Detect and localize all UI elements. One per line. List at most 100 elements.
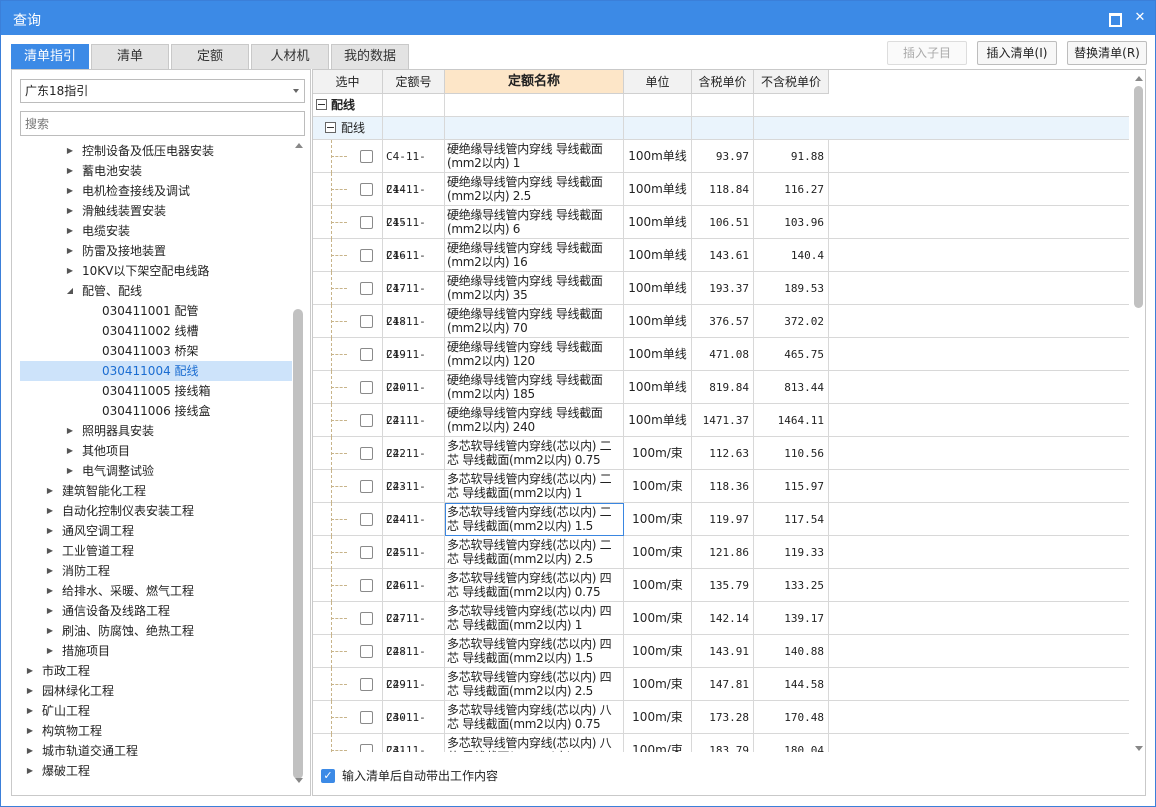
cell-select[interactable]: [313, 371, 383, 404]
insert-child-button[interactable]: 插入子目: [887, 41, 967, 65]
col-header-name[interactable]: 定额名称: [445, 70, 624, 94]
cell-name[interactable]: 硬绝缘导线管内穿线 导线截面(mm2以内) 6: [445, 206, 624, 239]
cell-code[interactable]: C4-11-221: [383, 371, 445, 427]
table-row[interactable]: C4-11-224 多芯软导线管内穿线(芯以内) 二芯 导线截面(mm2以内) 1…: [313, 470, 1129, 526]
tree-node[interactable]: ▶ 通风空调工程: [20, 521, 292, 541]
cell-unit[interactable]: 100m/束: [624, 668, 692, 701]
cell-name[interactable]: 多芯软导线管内穿线(芯以内) 二芯 导线截面(mm2以内) 1.5: [445, 503, 624, 536]
row-checkbox[interactable]: [360, 744, 373, 752]
replace-list-button[interactable]: 替换清单(R): [1067, 41, 1147, 65]
tree-node[interactable]: ▶ 电机检查接线及调试: [20, 181, 292, 201]
tree-expand-icon[interactable]: ▶: [45, 601, 55, 621]
tree-expand-icon[interactable]: ▶: [65, 181, 75, 201]
tree-expand-icon[interactable]: ▶: [45, 501, 55, 521]
tree-collapse-icon[interactable]: ◢: [65, 281, 75, 301]
cell-code[interactable]: C4-11-218: [383, 272, 445, 328]
cell-code[interactable]: C4-11-228: [383, 602, 445, 658]
tree-node[interactable]: ◢ 配管、配线: [20, 281, 292, 301]
tree-node[interactable]: ▶ 城市轨道交通工程: [20, 741, 292, 761]
auto-work-content-checkbox[interactable]: ✓: [321, 769, 335, 783]
collapse-icon[interactable]: [316, 99, 327, 110]
cell-tax-price[interactable]: 106.51: [692, 206, 754, 239]
cell-unit[interactable]: 100m单线: [624, 371, 692, 404]
cell-tax-price[interactable]: 121.86: [692, 536, 754, 569]
cell-code[interactable]: C4-11-227: [383, 569, 445, 625]
tree-expand-icon[interactable]: ▶: [65, 241, 75, 261]
cell-tax-price[interactable]: 1471.37: [692, 404, 754, 437]
cell-name[interactable]: 多芯软导线管内穿线(芯以内) 四芯 导线截面(mm2以内) 1.5: [445, 635, 624, 668]
row-checkbox[interactable]: [360, 480, 373, 493]
row-checkbox[interactable]: [360, 579, 373, 592]
cell-select[interactable]: [313, 272, 383, 305]
cell-notax-price[interactable]: 140.4: [754, 239, 829, 272]
scroll-down-icon[interactable]: [295, 778, 303, 783]
cell-tax-price[interactable]: 193.37: [692, 272, 754, 305]
cell-select[interactable]: [313, 470, 383, 503]
col-header-notax-price[interactable]: 不含税单价: [754, 70, 829, 94]
cell-select[interactable]: [313, 404, 383, 437]
cell-select[interactable]: [313, 305, 383, 338]
cell-tax-price[interactable]: 147.81: [692, 668, 754, 701]
tab-labor-material[interactable]: 人材机: [251, 44, 329, 69]
tree-expand-icon[interactable]: ▶: [65, 261, 75, 281]
cell-unit[interactable]: 100m/束: [624, 536, 692, 569]
tree-expand-icon[interactable]: ▶: [45, 641, 55, 661]
cell-name[interactable]: 硬绝缘导线管内穿线 导线截面(mm2以内) 120: [445, 338, 624, 371]
cell-code[interactable]: C4-11-216: [383, 206, 445, 262]
cell-notax-price[interactable]: 465.75: [754, 338, 829, 371]
cell-unit[interactable]: 100m单线: [624, 404, 692, 437]
tree-expand-icon[interactable]: ▶: [45, 621, 55, 641]
cell-select[interactable]: [313, 569, 383, 602]
table-row[interactable]: C4-11-227 多芯软导线管内穿线(芯以内) 四芯 导线截面(mm2以内) 0…: [313, 569, 1129, 625]
scrollbar-thumb[interactable]: [293, 309, 303, 779]
cell-code[interactable]: C4-11-226: [383, 536, 445, 592]
tree-node[interactable]: ▶ 自动化控制仪表安装工程: [20, 501, 292, 521]
tree-node[interactable]: ▶ 防雷及接地装置: [20, 241, 292, 261]
cell-code[interactable]: C4-11-219: [383, 305, 445, 361]
row-checkbox[interactable]: [360, 447, 373, 460]
row-checkbox[interactable]: [360, 513, 373, 526]
tree-node[interactable]: 030411004 配线: [20, 361, 292, 381]
tree-expand-icon[interactable]: ▶: [45, 481, 55, 501]
cell-unit[interactable]: 100m单线: [624, 305, 692, 338]
cell-tax-price[interactable]: 376.57: [692, 305, 754, 338]
cell-unit[interactable]: 100m单线: [624, 239, 692, 272]
cell-unit[interactable]: 100m/束: [624, 569, 692, 602]
close-icon[interactable]: ✕: [1131, 9, 1149, 27]
cell-name[interactable]: 硬绝缘导线管内穿线 导线截面(mm2以内) 70: [445, 305, 624, 338]
cell-code[interactable]: C4-11-220: [383, 338, 445, 394]
tab-my-data[interactable]: 我的数据: [331, 44, 409, 69]
cell-code[interactable]: C4-11-217: [383, 239, 445, 295]
tree-node[interactable]: ▶ 通信设备及线路工程: [20, 601, 292, 621]
tree-node[interactable]: ▶ 10KV以下架空配电线路: [20, 261, 292, 281]
cell-unit[interactable]: 100m/束: [624, 734, 692, 752]
tree-node[interactable]: ▶ 市政工程: [20, 661, 292, 681]
tree-expand-icon[interactable]: ▶: [25, 681, 35, 701]
cell-notax-price[interactable]: 133.25: [754, 569, 829, 602]
tree-expand-icon[interactable]: ▶: [65, 421, 75, 441]
tree-node[interactable]: ▶ 滑触线装置安装: [20, 201, 292, 221]
cell-name[interactable]: 多芯软导线管内穿线(芯以内) 四芯 导线截面(mm2以内) 2.5: [445, 668, 624, 701]
cell-tax-price[interactable]: 119.97: [692, 503, 754, 536]
cell-tax-price[interactable]: 135.79: [692, 569, 754, 602]
row-checkbox[interactable]: [360, 612, 373, 625]
tree-expand-icon[interactable]: ▶: [45, 581, 55, 601]
row-checkbox[interactable]: [360, 315, 373, 328]
cell-notax-price[interactable]: 115.97: [754, 470, 829, 503]
collapse-icon[interactable]: [325, 122, 336, 133]
row-checkbox[interactable]: [360, 678, 373, 691]
cell-notax-price[interactable]: 103.96: [754, 206, 829, 239]
grid-scrollbar[interactable]: [1133, 70, 1145, 752]
tab-quota[interactable]: 定额: [171, 44, 249, 69]
cell-notax-price[interactable]: 139.17: [754, 602, 829, 635]
tree-expand-icon[interactable]: ▶: [65, 221, 75, 241]
cell-name[interactable]: 多芯软导线管内穿线(芯以内) 二芯 导线截面(mm2以内) 1: [445, 470, 624, 503]
tree-node[interactable]: ▶ 蓄电池安装: [20, 161, 292, 181]
scrollbar-thumb[interactable]: [1134, 86, 1143, 308]
row-checkbox[interactable]: [360, 645, 373, 658]
cell-tax-price[interactable]: 143.91: [692, 635, 754, 668]
cell-select[interactable]: [313, 602, 383, 635]
cell-select[interactable]: [313, 536, 383, 569]
row-checkbox[interactable]: [360, 282, 373, 295]
cell-notax-price[interactable]: 372.02: [754, 305, 829, 338]
